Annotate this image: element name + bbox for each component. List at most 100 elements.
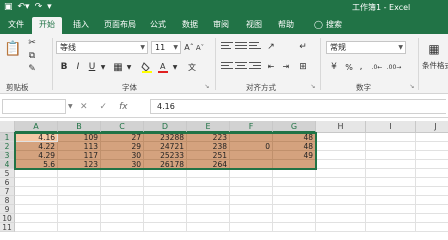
cell[interactable] xyxy=(15,223,58,232)
cell[interactable] xyxy=(187,187,230,196)
underline-icon[interactable]: U xyxy=(86,61,98,73)
number-format-dropdown[interactable]: 常规 ▼ xyxy=(326,41,406,54)
cell[interactable] xyxy=(58,169,101,178)
conditional-formatting-icon[interactable]: ▦ xyxy=(425,40,443,58)
cell[interactable] xyxy=(15,196,58,205)
tab-insert[interactable]: 插入 xyxy=(66,17,96,34)
column-header[interactable]: A xyxy=(15,121,58,133)
borders-icon[interactable]: ▦ xyxy=(112,61,124,73)
fill-color-icon[interactable] xyxy=(140,61,154,73)
copy-icon[interactable]: ⧉ xyxy=(26,50,38,62)
tab-review[interactable]: 审阅 xyxy=(207,17,235,34)
cell[interactable] xyxy=(316,187,366,196)
cut-icon[interactable]: ✂ xyxy=(26,37,38,49)
percent-icon[interactable]: % xyxy=(343,61,355,73)
cell[interactable] xyxy=(187,214,230,223)
cell[interactable] xyxy=(416,205,448,214)
cell[interactable]: 30 xyxy=(101,160,144,169)
cell[interactable] xyxy=(101,169,144,178)
merge-center-icon[interactable]: ⊞ xyxy=(296,60,310,73)
cell[interactable] xyxy=(230,214,273,223)
cell[interactable] xyxy=(273,169,316,178)
dialog-launcher-icon[interactable]: ↘ xyxy=(408,82,416,90)
column-header[interactable]: D xyxy=(144,121,187,133)
cell[interactable] xyxy=(144,205,187,214)
cell[interactable] xyxy=(316,214,366,223)
cell[interactable] xyxy=(316,169,366,178)
row-header[interactable]: 5 xyxy=(0,169,15,178)
save-icon[interactable]: ▣ xyxy=(4,1,13,14)
cell[interactable]: 29 xyxy=(101,142,144,151)
enter-icon[interactable]: ✓ xyxy=(100,102,108,112)
dialog-launcher-icon[interactable]: ↘ xyxy=(203,82,211,90)
tab-formulas[interactable]: 公式 xyxy=(145,17,171,34)
tab-data[interactable]: 数据 xyxy=(177,17,203,34)
cell[interactable] xyxy=(416,151,448,160)
column-header[interactable]: I xyxy=(366,121,416,133)
cell[interactable]: 24721 xyxy=(144,142,187,151)
cell[interactable] xyxy=(58,196,101,205)
bottom-align-icon[interactable] xyxy=(249,42,261,52)
cell[interactable] xyxy=(366,178,416,187)
align-left-icon[interactable] xyxy=(221,62,233,72)
align-right-icon[interactable] xyxy=(249,62,261,72)
cell[interactable] xyxy=(316,133,366,142)
cell[interactable] xyxy=(15,178,58,187)
cell[interactable] xyxy=(273,205,316,214)
cell[interactable] xyxy=(273,196,316,205)
cell[interactable]: 123 xyxy=(58,160,101,169)
name-box[interactable] xyxy=(2,99,66,114)
cell[interactable]: 5.6 xyxy=(15,160,58,169)
bold-icon[interactable]: B xyxy=(58,61,70,73)
cell[interactable]: 113 xyxy=(58,142,101,151)
cell[interactable] xyxy=(187,205,230,214)
cell[interactable] xyxy=(416,133,448,142)
cell[interactable] xyxy=(366,205,416,214)
cell[interactable] xyxy=(316,196,366,205)
row-header[interactable]: 7 xyxy=(0,187,15,196)
cell[interactable] xyxy=(15,205,58,214)
cell[interactable] xyxy=(366,214,416,223)
font-color-icon[interactable]: A xyxy=(156,61,170,73)
cell[interactable]: 4.22 xyxy=(15,142,58,151)
cell[interactable] xyxy=(15,187,58,196)
cell[interactable] xyxy=(101,187,144,196)
cell[interactable] xyxy=(187,196,230,205)
cell[interactable] xyxy=(230,169,273,178)
cell[interactable] xyxy=(58,187,101,196)
cell[interactable]: 117 xyxy=(58,151,101,160)
cell[interactable] xyxy=(144,178,187,187)
cell[interactable] xyxy=(187,169,230,178)
insert-function-icon[interactable]: fx xyxy=(119,102,128,112)
chevron-down-icon[interactable]: ▼ xyxy=(99,61,107,73)
cell[interactable] xyxy=(416,214,448,223)
cell[interactable] xyxy=(230,151,273,160)
increase-font-icon[interactable]: Aˆ xyxy=(184,41,194,54)
cell[interactable] xyxy=(101,205,144,214)
cell[interactable]: 4.16 xyxy=(15,133,58,142)
cell[interactable]: 49 xyxy=(273,151,316,160)
cell[interactable] xyxy=(187,178,230,187)
cell[interactable] xyxy=(58,205,101,214)
cell[interactable] xyxy=(101,223,144,232)
cell[interactable] xyxy=(58,223,101,232)
cell[interactable] xyxy=(273,214,316,223)
cell[interactable] xyxy=(316,160,366,169)
cell[interactable] xyxy=(144,223,187,232)
decrease-font-icon[interactable]: Aˇ xyxy=(195,41,205,54)
cell[interactable] xyxy=(416,178,448,187)
outdent-icon[interactable]: ⇥ xyxy=(279,60,293,73)
column-header[interactable]: E xyxy=(187,121,230,133)
cell[interactable] xyxy=(366,151,416,160)
currency-icon[interactable]: ¥ xyxy=(327,61,341,73)
cell[interactable] xyxy=(144,214,187,223)
column-header[interactable]: F xyxy=(230,121,273,133)
cell[interactable] xyxy=(316,151,366,160)
tab-help[interactable]: 帮助 xyxy=(272,17,300,34)
tab-file[interactable]: 文件 xyxy=(2,17,30,34)
row-header[interactable]: 6 xyxy=(0,178,15,187)
redo-icon[interactable]: ↷ xyxy=(35,1,43,14)
cancel-icon[interactable]: ✕ xyxy=(80,102,88,112)
cell[interactable] xyxy=(230,133,273,142)
column-header[interactable]: C xyxy=(101,121,144,133)
